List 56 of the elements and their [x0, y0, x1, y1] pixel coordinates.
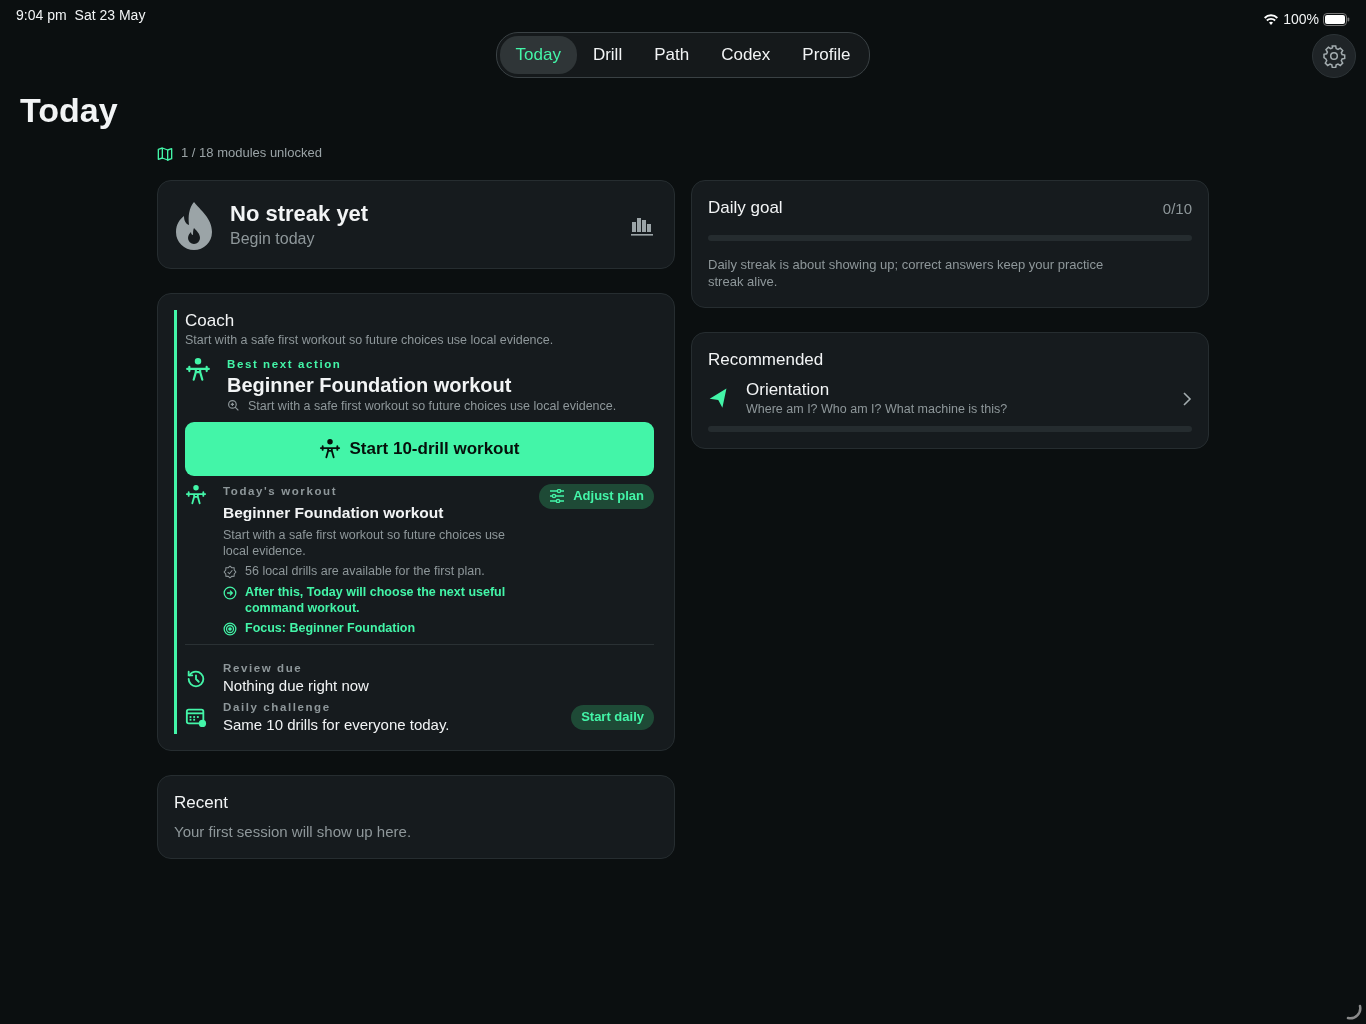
section-label: Today's workout	[223, 483, 339, 499]
card-title: Recent	[174, 792, 229, 815]
start-workout-button[interactable]: Start 10-drill workout	[185, 421, 654, 476]
arc-icon	[1346, 1004, 1362, 1020]
coach-title: Coach	[185, 310, 236, 333]
section-label: Review due	[223, 661, 304, 677]
tab[interactable]: Profile	[786, 36, 867, 75]
zoom-in-icon	[227, 399, 240, 413]
goal-note: Daily streak is about showing up; correct answers keep your practice streak alive.	[708, 257, 1105, 292]
workout-detail: Start with a safe first workout so future choices use local evidence.	[248, 397, 617, 414]
section-label: Daily challenge	[223, 699, 332, 715]
note-text: Focus: Beginner Foundation	[245, 620, 416, 637]
section-label: Best next action	[227, 356, 343, 372]
card-title: Daily goal	[708, 197, 783, 220]
adjust-plan-button[interactable]: Adjust plan	[539, 483, 654, 509]
recommended-item[interactable]: Orientation Where am I? Who am I? What machine is this?	[708, 379, 1192, 418]
workout-title: Beginner Foundation workout	[223, 502, 444, 523]
item-title: Orientation	[746, 379, 831, 402]
arrow-circle-icon	[223, 585, 237, 600]
check-badge-icon	[223, 565, 237, 580]
battery-icon	[1323, 12, 1350, 26]
item-subtitle: Where am I? Who am I? What machine is this?	[746, 401, 1009, 418]
tab[interactable]: Path	[638, 36, 706, 75]
recent-empty-text: Your first session will show up here.	[174, 822, 413, 842]
challenge-text: Same 10 drills for everyone today.	[223, 714, 451, 735]
tab[interactable]: Codex	[705, 36, 787, 75]
workout-title: Beginner Foundation workout	[227, 372, 513, 398]
status-date: Sat 23 May	[74, 6, 146, 25]
settings-icon	[1322, 44, 1346, 68]
review-text: Nothing due right now	[223, 676, 369, 696]
modules-count: 1 / 18 modules unlocked	[181, 145, 322, 163]
target-icon	[223, 622, 237, 637]
calendar-icon	[185, 706, 207, 729]
sliders-icon	[549, 489, 566, 504]
map-icon	[157, 145, 173, 162]
page-title: Today	[20, 92, 119, 130]
note-text: 56 local drills are available for the first plan.	[245, 563, 485, 580]
card-title: Recommended	[708, 349, 825, 372]
settings-button[interactable]	[1312, 34, 1356, 78]
weightlifter-icon	[185, 483, 207, 506]
tab[interactable]: Drill	[576, 36, 639, 75]
tab[interactable]: Today	[499, 36, 577, 75]
coach-subtitle: Start with a safe first workout so future choices use local evidence.	[185, 332, 555, 349]
streak-subtitle: Begin today	[230, 228, 316, 249]
battery-percent: 100%	[1283, 9, 1319, 29]
weightlifter-icon	[185, 356, 211, 383]
workout-description: Start with a safe first workout so future choices use local evidence.	[223, 527, 507, 560]
status-time: 9:04 pm	[16, 6, 67, 25]
note-text: After this, Today will choose the next useful command workout.	[245, 583, 507, 617]
weightlifter-icon	[319, 437, 342, 460]
chevron-right-icon	[1182, 390, 1192, 407]
goal-count: 0/10	[1162, 198, 1192, 219]
wifi-icon	[1263, 13, 1280, 25]
start-daily-button[interactable]: Start daily	[571, 704, 654, 730]
streak-title: No streak yet	[230, 200, 370, 229]
bar-chart-icon	[630, 215, 654, 236]
